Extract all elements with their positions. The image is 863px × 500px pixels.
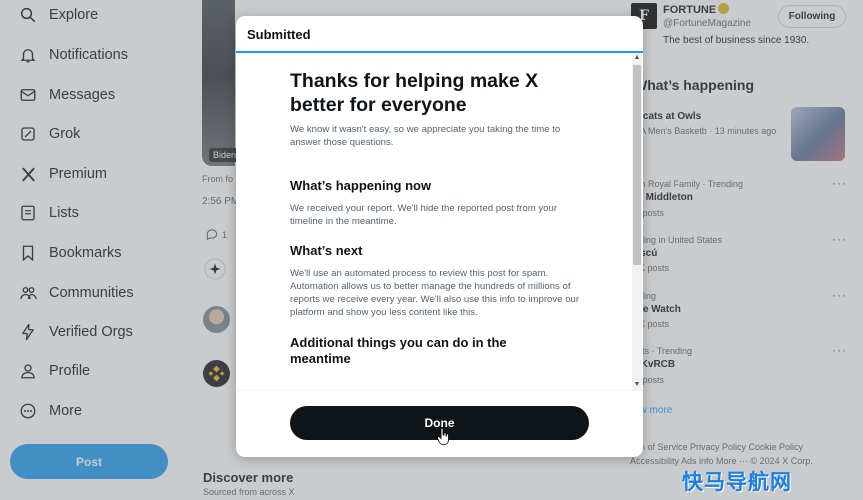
dialog-header: Submitted bbox=[236, 16, 643, 53]
section-text-happening-now: We received your report. We'll hide the … bbox=[290, 203, 558, 227]
report-submitted-dialog: Submitted Thanks for helping make X bett… bbox=[236, 16, 643, 457]
section-title-happening-now: What’s happening now bbox=[290, 178, 432, 193]
scroll-up-icon[interactable]: ▲ bbox=[632, 53, 642, 63]
section-text-whats-next: We'll use an automated process to review… bbox=[290, 268, 580, 318]
dialog-body: Thanks for helping make X better for eve… bbox=[236, 53, 643, 390]
hand-cursor-icon bbox=[437, 428, 449, 445]
scroll-down-icon[interactable]: ▼ bbox=[632, 380, 642, 390]
dialog-heading: Thanks for helping make X better for eve… bbox=[290, 70, 539, 116]
dialog-title: Submitted bbox=[247, 27, 311, 42]
dialog-scrollbar[interactable]: ▲ ▼ bbox=[632, 53, 642, 390]
watermark-text: 快马导航网 bbox=[682, 471, 792, 494]
section-title-additional: Additional things you can do in the mean… bbox=[290, 335, 507, 366]
dialog-intro-text: We know it wasn't easy, so we appreciate… bbox=[290, 124, 561, 148]
dialog-footer-divider bbox=[236, 390, 643, 391]
section-title-whats-next: What’s next bbox=[290, 243, 363, 258]
scrollbar-thumb[interactable] bbox=[633, 65, 641, 265]
